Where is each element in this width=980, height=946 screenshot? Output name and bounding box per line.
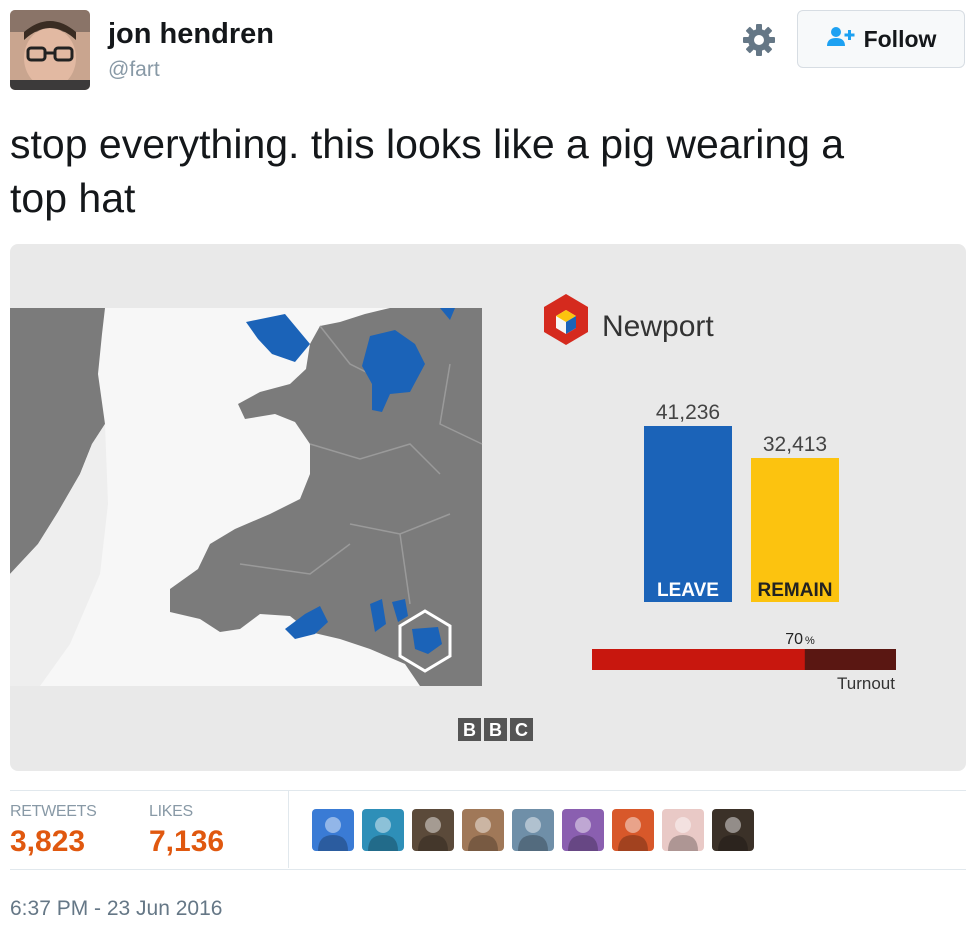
user-handle[interactable]: @fart [108,58,160,82]
likes-label[interactable]: LIKES [149,803,193,821]
liker-food-avatar[interactable] [612,809,654,851]
poll-logo-icon [544,294,588,345]
liker-drawing-avatar[interactable] [662,809,704,851]
turnout-label: Turnout [837,674,895,693]
bbc-letter: C [515,720,528,740]
bbc-letter: B [489,720,502,740]
leave-label: LEAVE [657,580,719,601]
remain-value: 32,413 [763,433,827,456]
turnout-bar-fill [592,649,805,670]
liker-cartoon-avatar[interactable] [312,809,354,851]
remain-label: REMAIN [758,580,833,601]
bbc-logo: B B C [458,718,533,741]
tweet-timestamp[interactable]: 6:37 PM - 23 Jun 2016 [10,897,222,921]
stats-bottom-divider [10,869,966,870]
liker-person-avatar[interactable] [512,809,554,851]
bbc-letter: B [463,720,476,740]
display-name[interactable]: jon hendren [108,18,274,51]
liker-person-avatar[interactable] [362,809,404,851]
tweet-text-line: stop everything. this looks like a pig w… [10,121,845,167]
liker-avatars [312,809,754,851]
wales-map [10,308,483,686]
leave-value: 41,236 [656,401,720,424]
turnout-percent: 70 [785,631,803,648]
liker-group-avatar[interactable] [712,809,754,851]
profile-avatar[interactable] [10,10,90,90]
tweet-text: stop everything. this looks like a pig w… [10,117,960,225]
liker-person-avatar[interactable] [462,809,504,851]
stats-separator [288,791,289,868]
gear-icon[interactable] [741,22,777,58]
constituency-name: Newport [602,310,714,343]
retweets-label[interactable]: RETWEETS [10,803,97,821]
likes-count[interactable]: 7,136 [149,825,224,859]
stats-top-divider [10,790,966,791]
leave-bar [644,426,732,602]
turnout-percent-sign: % [805,635,815,647]
tweet-media-image[interactable]: Newport 41,236 32,413 LEAVE REMAIN 70 % … [10,244,966,771]
retweets-count[interactable]: 3,823 [10,825,85,859]
follow-button-label: Follow [863,25,937,52]
liker-cartoon-avatar[interactable] [562,809,604,851]
liker-dog-avatar[interactable] [412,809,454,851]
tweet-text-line: top hat [10,175,136,221]
follow-button[interactable]: Follow [797,10,965,68]
add-user-icon [826,26,856,53]
